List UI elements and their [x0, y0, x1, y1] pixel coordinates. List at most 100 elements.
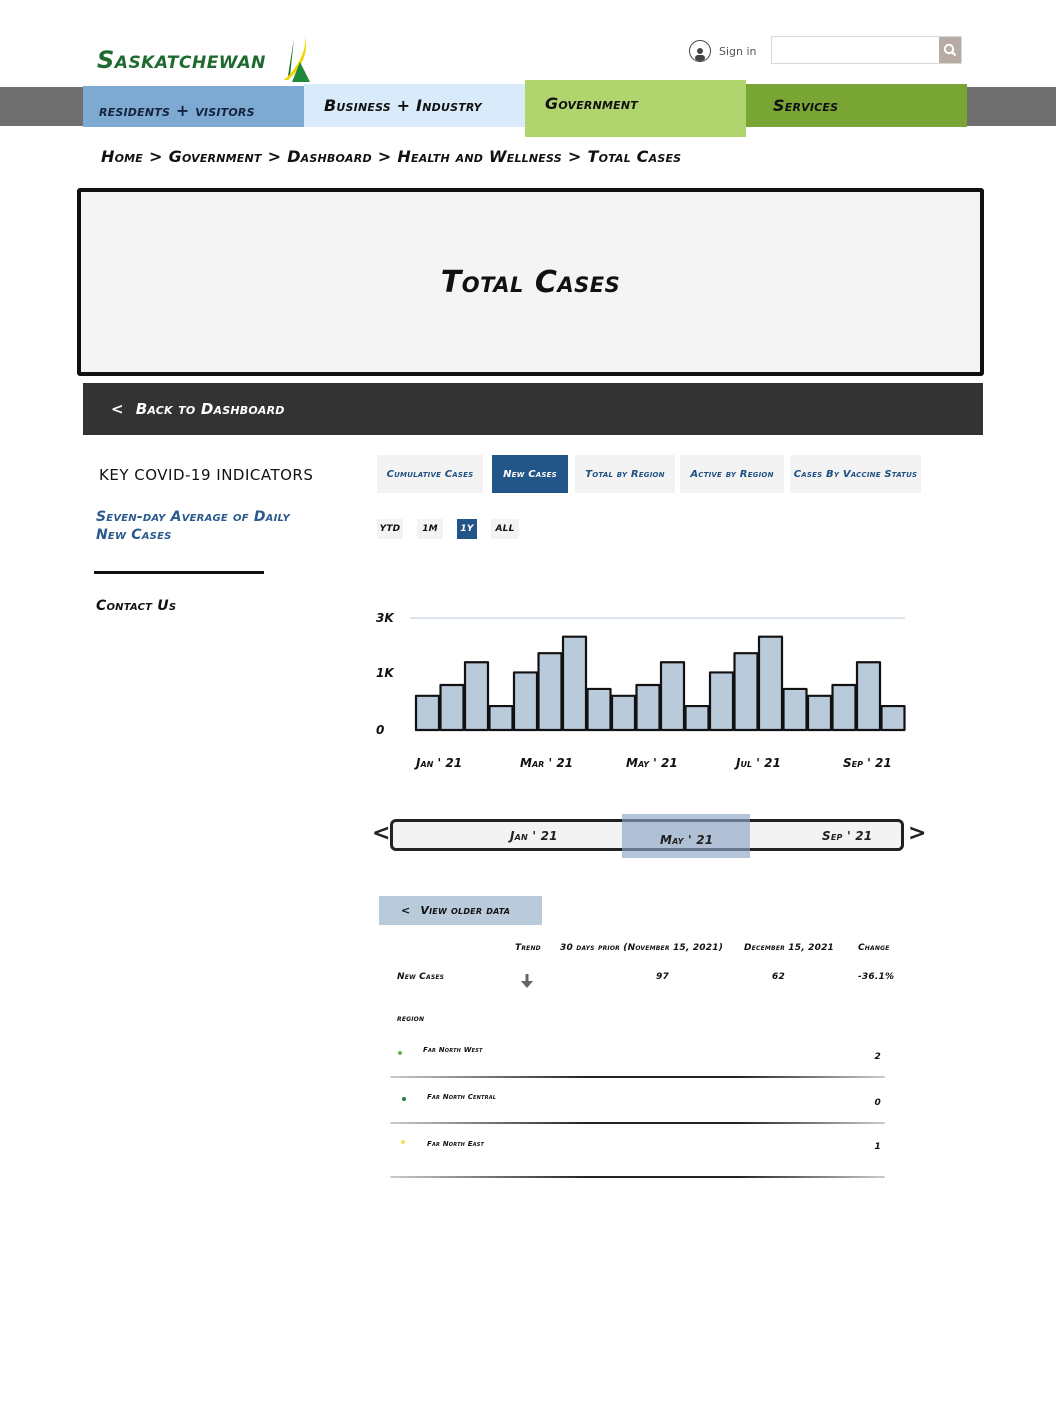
region-name: Far North East	[427, 1140, 485, 1148]
column-header-change: Change	[858, 943, 890, 953]
breadcrumb-health-wellness[interactable]: Health and Wellness	[397, 147, 561, 166]
breadcrumb-government[interactable]: Government	[169, 147, 262, 166]
region-value: 0	[874, 1098, 881, 1108]
column-header-prior: 30 days prior (November 15, 2021)	[560, 943, 724, 953]
region-name: Far North West	[423, 1046, 483, 1054]
tab-cumulative-cases[interactable]: Cumulative Cases	[377, 455, 483, 493]
region-row[interactable]: Far North West 2	[390, 1032, 885, 1078]
page-title-banner: Total Cases	[77, 188, 984, 376]
breadcrumb-separator: >	[377, 147, 392, 166]
x-tick-label: Jan ' 21	[414, 756, 462, 770]
site-logo[interactable]: Saskatchewan	[97, 36, 312, 84]
x-tick-label: Jul ' 21	[734, 756, 781, 770]
range-ytd-button[interactable]: YTD	[377, 519, 403, 539]
slider-label: Sep ' 21	[822, 829, 873, 843]
chart-bar[interactable]	[414, 694, 441, 732]
sign-in-link[interactable]: Sign in	[689, 40, 757, 62]
chart-bar[interactable]	[708, 671, 735, 732]
date-range-slider: < Jan ' 21 May ' 21 Sep ' 21 >	[372, 812, 926, 860]
search-box	[771, 36, 962, 64]
tab-total-by-region[interactable]: Total by Region	[575, 455, 675, 493]
breadcrumb-dashboard[interactable]: Dashboard	[287, 147, 372, 166]
slider-next-button[interactable]: >	[908, 822, 926, 846]
region-value: 1	[874, 1142, 881, 1152]
nav-business-industry[interactable]: Business + Industry	[304, 84, 525, 127]
chevron-left-icon: <	[401, 904, 411, 917]
chart-bar[interactable]	[439, 683, 465, 732]
region-color-dot	[402, 1097, 406, 1101]
row-divider	[390, 1176, 885, 1178]
chart-bar[interactable]	[659, 661, 686, 732]
sign-in-label: Sign in	[719, 44, 757, 58]
column-header-trend: Trend	[515, 943, 541, 953]
chart-bar[interactable]	[561, 635, 588, 732]
range-1y-button[interactable]: 1Y	[457, 519, 477, 539]
chart-bar[interactable]	[537, 652, 563, 732]
region-row[interactable]: Far North East 1	[390, 1128, 885, 1178]
y-tick-label: 3K	[376, 611, 395, 625]
breadcrumb: Home > Government > Dashboard > Health a…	[101, 147, 681, 166]
tab-cases-by-vaccine-status[interactable]: Cases By Vaccine Status	[790, 455, 921, 493]
x-tick-label: May ' 21	[626, 756, 678, 770]
breadcrumb-current: Total Cases	[587, 147, 682, 166]
slider-label: May ' 21	[660, 833, 714, 847]
nav-government[interactable]: Government	[525, 80, 746, 137]
page-title: Total Cases	[440, 264, 621, 300]
region-value: 2	[874, 1052, 881, 1062]
breadcrumb-separator: >	[567, 147, 582, 166]
chart-bar[interactable]	[757, 635, 784, 732]
range-1m-button[interactable]: 1M	[417, 519, 443, 539]
region-name: Far North Central	[427, 1093, 497, 1101]
slider-label: Jan ' 21	[510, 829, 558, 843]
view-older-data-button[interactable]: < View older data	[379, 896, 542, 925]
region-color-dot	[398, 1051, 402, 1055]
column-header-current: December 15, 2021	[744, 943, 834, 953]
range-all-button[interactable]: ALL	[491, 519, 519, 539]
value-current: 62	[772, 972, 785, 982]
trend-down-arrow-icon	[521, 974, 533, 991]
region-color-dot	[401, 1140, 405, 1144]
chart-bar[interactable]	[463, 661, 490, 732]
back-to-dashboard-button[interactable]: < Back to Dashboard	[83, 383, 983, 435]
value-change: -36.1%	[858, 972, 895, 982]
user-icon	[689, 40, 711, 62]
chart-bar[interactable]	[635, 683, 661, 732]
y-tick-label: 0	[376, 723, 384, 737]
sidebar-link-seven-day-average[interactable]: Seven-day Average of Daily New Cases	[96, 508, 296, 544]
value-prior: 97	[656, 972, 669, 982]
breadcrumb-separator: >	[267, 147, 282, 166]
view-older-label: View older data	[420, 904, 511, 917]
chart-svg: 0 1K 3K Jan ' 21 Mar ' 21 May ' 21 Jul ' 21 Se…	[376, 611, 906, 770]
chart-bar[interactable]	[684, 704, 710, 732]
chart-bar[interactable]	[855, 661, 882, 732]
chart-bar[interactable]	[610, 694, 637, 732]
chart-bar[interactable]	[733, 652, 759, 732]
chart-bar[interactable]	[782, 687, 808, 732]
logo-text: Saskatchewan	[97, 46, 266, 74]
slider-prev-button[interactable]: <	[372, 822, 390, 846]
x-tick-label: Sep ' 21	[843, 756, 892, 770]
new-cases-bar-chart: 0 1K 3K Jan ' 21 Mar ' 21 May ' 21 Jul ' 21 Se…	[370, 585, 920, 785]
y-tick-label: 1K	[376, 666, 395, 680]
nav-residents-visitors[interactable]: residents + visitors	[83, 86, 304, 127]
sidebar-heading: KEY COVID-19 INDICATORS	[99, 466, 314, 484]
wheat-logo-icon	[283, 36, 310, 82]
chart-bar[interactable]	[880, 704, 906, 732]
region-row[interactable]: Far North Central 0	[390, 1078, 885, 1124]
row-label-new-cases: New Cases	[397, 972, 445, 982]
tab-active-by-region[interactable]: Active by Region	[680, 455, 784, 493]
chart-bar[interactable]	[806, 694, 833, 732]
breadcrumb-home[interactable]: Home	[101, 147, 143, 166]
chart-bar[interactable]	[512, 671, 539, 732]
search-button[interactable]	[939, 37, 961, 63]
sidebar-link-contact-us[interactable]: Contact Us	[96, 598, 176, 614]
tab-new-cases[interactable]: New Cases	[492, 455, 568, 493]
chart-bar[interactable]	[488, 704, 514, 732]
x-tick-label: Mar ' 21	[520, 756, 573, 770]
search-icon	[943, 43, 957, 57]
row-divider	[390, 1122, 885, 1124]
chart-bar[interactable]	[586, 687, 612, 732]
chart-bar[interactable]	[831, 683, 857, 732]
nav-services[interactable]: Services	[746, 84, 967, 127]
search-input[interactable]	[772, 37, 939, 63]
